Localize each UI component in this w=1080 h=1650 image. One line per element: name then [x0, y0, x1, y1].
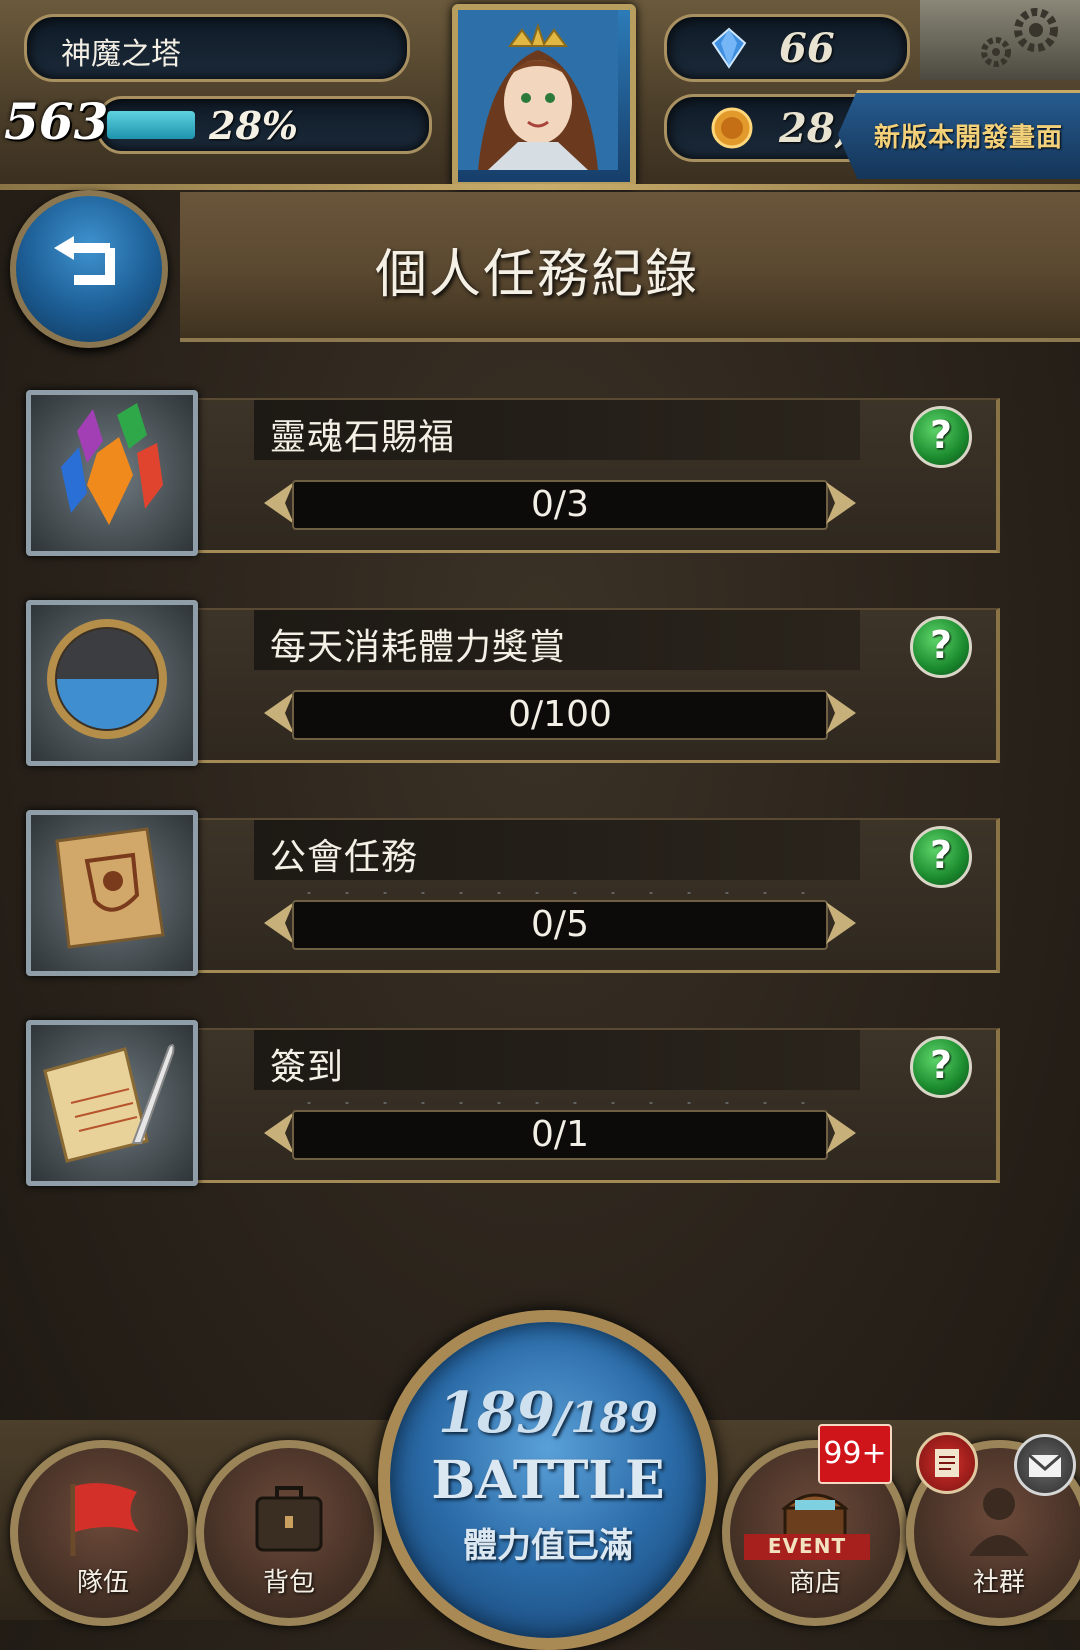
diamond-icon: [711, 27, 747, 69]
quest-title-box: 每天消耗體力獎賞: [254, 610, 860, 670]
battle-button[interactable]: 189/189 BATTLE 體力值已滿: [378, 1310, 718, 1650]
battle-status: 體力值已滿: [463, 1526, 633, 1566]
new-version-label: 新版本開發畫面: [874, 123, 1064, 153]
team-label: 隊伍: [76, 1568, 129, 1598]
quest-name: 簽到: [270, 1047, 345, 1088]
back-button[interactable]: [10, 190, 168, 348]
new-version-button[interactable]: 新版本開發畫面: [838, 90, 1080, 179]
quest-progress: 0/3: [292, 480, 828, 530]
stamina-orb-icon: [26, 600, 198, 766]
help-button[interactable]: ?: [910, 406, 972, 468]
help-icon: ?: [929, 623, 953, 667]
bag-icon: [255, 1486, 323, 1552]
help-button[interactable]: ?: [910, 1036, 972, 1098]
quest-progress: 0/5: [292, 900, 828, 950]
bag-button[interactable]: 背包: [196, 1440, 382, 1626]
quest-progress-text: 0/3: [531, 484, 589, 525]
quest-name: 每天消耗體力獎賞: [270, 627, 567, 668]
diamond-counter: 66: [664, 14, 910, 82]
shop-label: 商店: [788, 1568, 841, 1598]
exp-percent: 28%: [209, 103, 298, 148]
quest-name: 公會任務: [270, 837, 419, 878]
help-button[interactable]: ?: [910, 826, 972, 888]
back-arrow-icon: [54, 236, 115, 285]
help-icon: ?: [929, 833, 953, 877]
quest-row: 公會任務 ? 0/5: [0, 810, 1010, 980]
battle-stamina: 189/189: [390, 1380, 706, 1446]
quest-name: 靈魂石賜福: [270, 417, 456, 458]
game-name-plate: 神魔之塔: [24, 14, 410, 82]
quest-progress: 0/100: [292, 690, 828, 740]
quest-title-box: 公會任務: [254, 820, 860, 880]
notes-icon[interactable]: [916, 1432, 978, 1494]
guild-scroll-icon: [26, 810, 198, 976]
avatar-portrait-icon: [458, 10, 618, 170]
quest-title-box: 簽到: [254, 1030, 860, 1090]
page-title: 個人任務紀錄: [375, 245, 700, 305]
stamina-max: /189: [554, 1393, 658, 1442]
quest-row: 簽到 ? 0/1: [0, 1020, 1010, 1190]
mail-icon[interactable]: [1014, 1434, 1076, 1496]
quest-progress: 0/1: [292, 1110, 828, 1160]
quest-progress-text: 0/1: [531, 1114, 589, 1155]
help-icon: ?: [929, 1043, 953, 1087]
player-level: 563: [4, 92, 109, 151]
quest-title-box: 靈魂石賜福: [254, 400, 860, 460]
help-icon: ?: [929, 413, 953, 457]
shop-event-tag: EVENT: [744, 1534, 870, 1560]
stamina-current: 189: [438, 1380, 555, 1446]
bag-label: 背包: [262, 1568, 315, 1598]
battle-label: BATTLE: [431, 1450, 665, 1511]
title-banner: 個人任務紀錄: [180, 192, 1080, 342]
gear-icon: [981, 8, 1058, 67]
game-name: 神魔之塔: [61, 37, 181, 72]
social-label: 社群: [972, 1568, 1025, 1598]
coin-count: 28,: [779, 105, 849, 152]
check-in-record-icon: [26, 1020, 198, 1186]
settings-button[interactable]: [920, 0, 1080, 80]
help-button[interactable]: ?: [910, 616, 972, 678]
coin-icon: [711, 107, 753, 149]
diamond-count: 66: [779, 25, 835, 72]
quest-row: 靈魂石賜福 ? 0/3: [0, 390, 1010, 560]
flag-icon: [70, 1483, 139, 1556]
quest-progress-text: 0/100: [508, 694, 612, 735]
quest-row: 每天消耗體力獎賞 ? 0/100: [0, 600, 1010, 770]
player-avatar[interactable]: [452, 4, 636, 188]
exp-bar-fill: [107, 111, 195, 139]
top-status-bar: 神魔之塔 28% 563 66 28, 新版本開發畫面: [0, 0, 1080, 190]
team-button[interactable]: 隊伍: [10, 1440, 196, 1626]
shop-notification-badge: 99+: [818, 1424, 892, 1484]
exp-bar: 28%: [96, 96, 432, 154]
soul-stones-icon: [26, 390, 198, 556]
quest-progress-text: 0/5: [531, 904, 589, 945]
